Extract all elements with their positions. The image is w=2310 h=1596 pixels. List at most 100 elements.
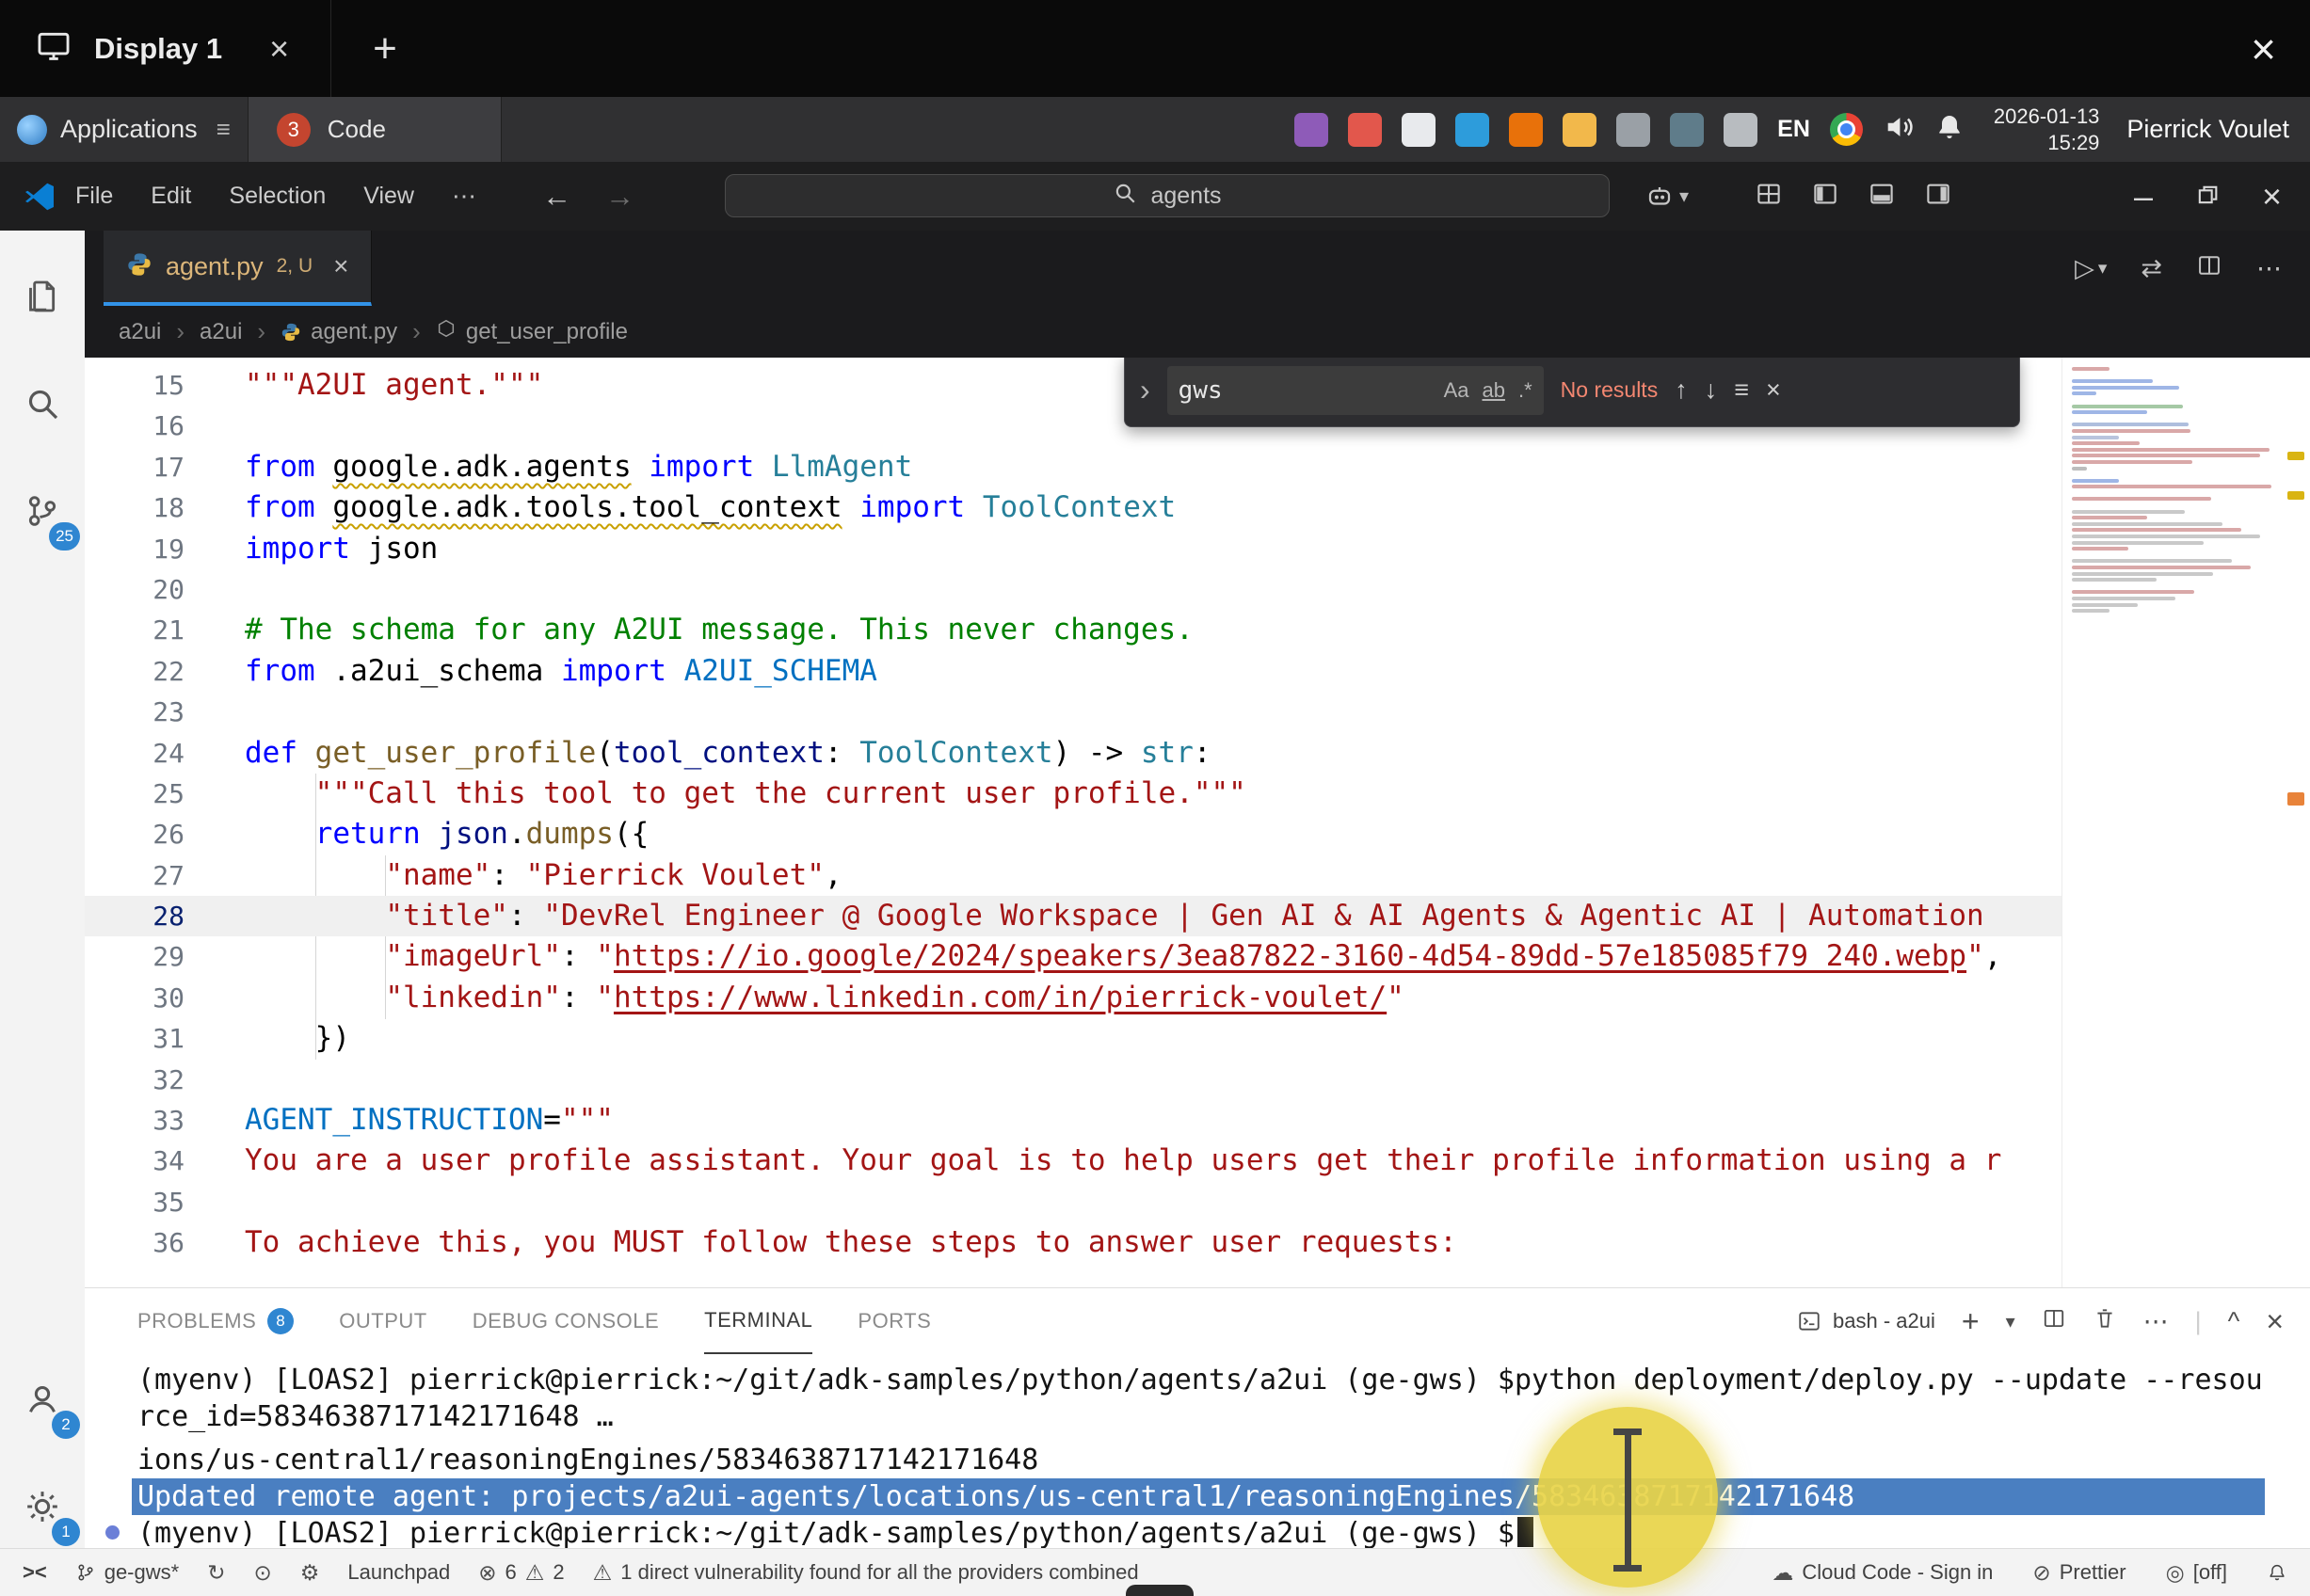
find-input[interactable]: gws Aa ab .* xyxy=(1167,366,1544,415)
navigate-back-icon[interactable]: ← xyxy=(542,180,571,214)
tab-label: agent.py xyxy=(166,252,264,281)
code-token: return xyxy=(315,817,439,851)
close-panel-icon[interactable]: × xyxy=(2266,1304,2284,1339)
applications-menu[interactable]: Applications ≡ xyxy=(0,97,248,162)
terminal-dropdown-icon[interactable]: ▾ xyxy=(2006,1310,2015,1333)
breadcrumb-folder[interactable]: a2ui xyxy=(119,319,161,345)
copilot-status[interactable]: ◎[off] xyxy=(2166,1560,2227,1586)
clock[interactable]: 2026-01-13 15:29 xyxy=(1994,104,2100,156)
toggle-sidebar-icon[interactable] xyxy=(1811,180,1839,213)
tab-output[interactable]: OUTPUT xyxy=(339,1288,426,1354)
terminal[interactable]: (myenv) [LOAS2] pierrick@pierrick:~/git/… xyxy=(137,1362,2310,1549)
tray-app-icon[interactable] xyxy=(1348,113,1382,147)
bottom-handle[interactable] xyxy=(1126,1585,1194,1596)
close-display-tab-icon[interactable]: × xyxy=(269,29,289,69)
remote-indicator[interactable]: >< xyxy=(23,1560,47,1585)
explorer-icon[interactable] xyxy=(0,255,85,338)
navigate-forward-icon[interactable]: → xyxy=(605,180,634,214)
new-display-tab-button[interactable]: + xyxy=(373,25,397,72)
minimap[interactable] xyxy=(2061,358,2278,1287)
toggle-panel-icon[interactable] xyxy=(1868,180,1896,213)
keyboard-layout-indicator[interactable]: EN xyxy=(1777,116,1810,143)
tab-debug-console[interactable]: DEBUG CONSOLE xyxy=(473,1288,659,1354)
restore-icon[interactable] xyxy=(2194,177,2221,216)
vulnerability-status[interactable]: ⚠ 1 direct vulnerability found for all t… xyxy=(593,1560,1139,1586)
source-control-icon[interactable]: 25 xyxy=(0,470,85,552)
status-gear-icon[interactable]: ⚙ xyxy=(300,1560,320,1586)
menu-edit[interactable]: Edit xyxy=(151,183,191,210)
terminal-instance-label[interactable]: bash - a2ui xyxy=(1797,1309,1935,1333)
command-decoration-icon[interactable] xyxy=(105,1525,120,1540)
more-actions-icon[interactable]: ⋯ xyxy=(2256,254,2282,283)
previous-match-icon[interactable]: ↑ xyxy=(1675,375,1688,405)
pen-tray-icon[interactable] xyxy=(1724,113,1757,147)
screenshot-tray-icon[interactable] xyxy=(1616,113,1650,147)
toggle-secondary-sidebar-icon[interactable] xyxy=(1924,180,1952,213)
sync-changes-icon[interactable]: ↻ xyxy=(207,1560,225,1586)
code-line: 30 "linkedin": "https://www.linkedin.com… xyxy=(85,978,2061,1018)
accounts-icon[interactable]: 2 xyxy=(0,1358,85,1441)
window-list-button-code[interactable]: 3 Code xyxy=(248,97,502,162)
close-window-icon[interactable]: × xyxy=(2251,24,2276,74)
breadcrumb-file[interactable]: agent.py xyxy=(281,319,397,345)
match-case-toggle[interactable]: Aa xyxy=(1444,378,1469,403)
menu-view[interactable]: View xyxy=(363,183,414,210)
code-editor[interactable]: 15"""A2UI agent.""" 16 17from google.adk… xyxy=(85,358,2310,1287)
minimize-icon[interactable]: – xyxy=(2134,177,2153,216)
whole-word-toggle[interactable]: ab xyxy=(1482,378,1504,403)
problems-status[interactable]: ⊗6 ⚠2 xyxy=(478,1560,564,1586)
panel-more-icon[interactable]: ⋯ xyxy=(2143,1307,2169,1336)
next-match-icon[interactable]: ↓ xyxy=(1705,375,1718,405)
code-token: tool_context xyxy=(614,736,825,770)
tab-problems[interactable]: PROBLEMS8 xyxy=(137,1288,294,1354)
copilot-menu[interactable]: ▾ xyxy=(1645,183,1689,211)
menu-file[interactable]: File xyxy=(75,183,113,210)
code-link[interactable]: https://io.google/2024/speakers/3ea87822… xyxy=(614,939,1966,973)
menu-selection[interactable]: Selection xyxy=(229,183,326,210)
user-menu[interactable]: Pierrick Voulet xyxy=(2126,115,2289,144)
display-tab[interactable]: Display 1 × xyxy=(0,0,331,97)
regex-toggle[interactable]: .* xyxy=(1518,378,1532,403)
new-terminal-icon[interactable]: + xyxy=(1962,1304,1980,1339)
find-in-selection-icon[interactable]: ≡ xyxy=(1734,375,1749,405)
maximize-panel-icon[interactable]: ^ xyxy=(2228,1307,2240,1336)
split-terminal-icon[interactable] xyxy=(2042,1306,2066,1337)
git-branch-status[interactable]: ge-gws* xyxy=(75,1560,179,1585)
prettier-status[interactable]: ⊘Prettier xyxy=(2032,1560,2126,1586)
tab-terminal[interactable]: TERMINAL xyxy=(704,1288,812,1354)
code-token: def xyxy=(245,736,315,770)
tray-app-icon[interactable] xyxy=(1402,113,1436,147)
remote-icon: >< xyxy=(23,1560,47,1585)
volume-icon[interactable] xyxy=(1883,111,1915,148)
settings-gear-icon[interactable]: 1 xyxy=(0,1465,85,1548)
display-tray-icon[interactable] xyxy=(1670,113,1704,147)
code-link[interactable]: https://www.linkedin.com/in/pierrick-vou… xyxy=(614,981,1387,1014)
launchpad-status[interactable]: Launchpad xyxy=(347,1560,450,1585)
menu-overflow-icon[interactable]: ⋯ xyxy=(452,182,476,211)
cloud-code-signin[interactable]: ☁Cloud Code - Sign in xyxy=(1772,1560,1993,1586)
tab-ports[interactable]: PORTS xyxy=(858,1288,931,1354)
kill-terminal-icon[interactable] xyxy=(2093,1306,2117,1337)
close-tab-icon[interactable]: × xyxy=(333,251,348,281)
chrome-icon[interactable] xyxy=(1830,113,1863,146)
files-tray-icon[interactable] xyxy=(1563,113,1596,147)
tray-app-icon[interactable] xyxy=(1509,113,1543,147)
toggle-replace-icon[interactable]: › xyxy=(1140,373,1150,407)
tab-agent-py[interactable]: agent.py 2, U × xyxy=(104,231,372,306)
customize-layout-icon[interactable] xyxy=(1755,180,1783,213)
code-tray-icon[interactable] xyxy=(1455,113,1489,147)
split-editor-icon[interactable] xyxy=(2196,252,2222,285)
tray-app-icon[interactable] xyxy=(1294,113,1328,147)
status-icon[interactable]: ⊙ xyxy=(253,1560,271,1586)
close-find-icon[interactable]: × xyxy=(1766,375,1781,405)
notifications-bell-icon[interactable] xyxy=(2267,1562,2287,1583)
run-python-file-button[interactable]: ▷ ▾ xyxy=(2075,254,2107,283)
command-center-search[interactable]: agents xyxy=(725,174,1610,217)
search-view-icon[interactable] xyxy=(0,362,85,445)
breadcrumb-folder[interactable]: a2ui xyxy=(200,319,242,345)
breadcrumb-symbol[interactable]: get_user_profile xyxy=(436,318,628,345)
notifications-icon[interactable] xyxy=(1934,112,1965,147)
display-tab-title: Display 1 xyxy=(94,32,222,66)
close-icon[interactable]: × xyxy=(2262,177,2282,216)
open-changes-icon[interactable]: ⇄ xyxy=(2141,254,2162,283)
